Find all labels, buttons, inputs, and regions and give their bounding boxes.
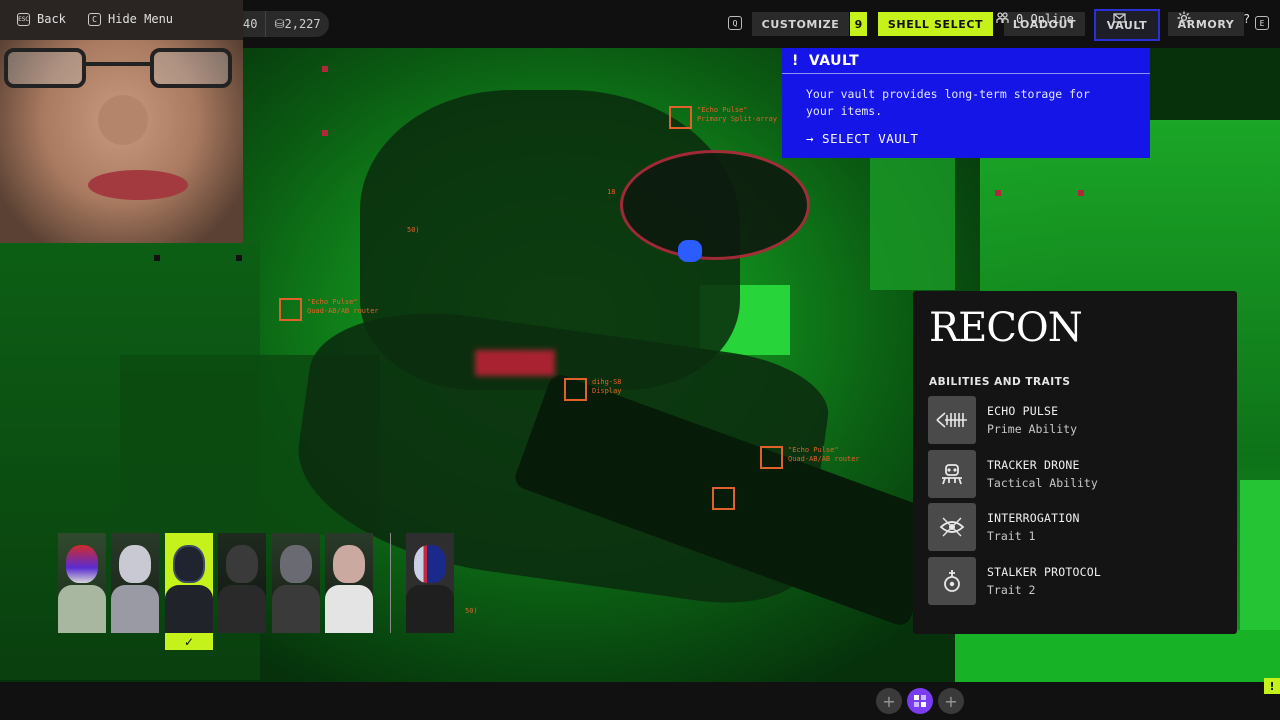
player-avatar-icon[interactable] <box>907 688 933 714</box>
locked-shell-portrait[interactable] <box>406 533 454 633</box>
select-vault-link[interactable]: → SELECT VAULT <box>806 131 918 146</box>
back-label: Back <box>37 12 66 26</box>
ability-kind: Trait 1 <box>987 529 1036 543</box>
ability-kind: Tactical Ability <box>987 476 1098 490</box>
shell-info-panel: RECON ABILITIES AND TRAITS ECHO PULSE Pr… <box>913 291 1237 634</box>
customize-count-badge: 9 <box>850 12 867 36</box>
ability-kind: Prime Ability <box>987 422 1078 436</box>
stalker-protocol-icon <box>928 557 976 605</box>
shell-portrait[interactable] <box>111 533 159 633</box>
hud-label: 50) <box>465 607 478 615</box>
shell-portrait[interactable] <box>218 533 266 633</box>
nav-left-key-icon: Q <box>728 16 742 30</box>
hide-menu-label: Hide Menu <box>108 12 174 26</box>
hud-target-marker <box>279 298 302 321</box>
alert-icon: ! <box>792 52 799 69</box>
hud-label: 50) <box>407 226 420 234</box>
shell-portrait[interactable] <box>325 533 373 633</box>
ability-row[interactable]: TRACKER DRONE Tactical Ability <box>928 450 1218 498</box>
add-party-slot-icon[interactable]: + <box>938 688 964 714</box>
hud-label: "Echo Pulse" Quad-AB/AB router <box>307 298 379 315</box>
vault-tooltip: ! VAULT Your vault provides long-term st… <box>782 48 1150 158</box>
tracker-drone-icon <box>928 450 976 498</box>
hud-target-marker <box>712 487 735 510</box>
hud-label: dihg-S8 Display <box>592 378 622 395</box>
ability-name: ECHO PULSE <box>987 404 1059 418</box>
ability-kind: Trait 2 <box>987 583 1036 597</box>
mail-button[interactable] <box>1113 0 1126 38</box>
tab-customize[interactable]: CUSTOMIZE <box>752 12 849 36</box>
currency-display: 40 ⛁2,227 <box>235 11 329 37</box>
shell-portrait-selected[interactable] <box>165 533 213 633</box>
online-friends-button[interactable]: 0 Online <box>996 0 1074 38</box>
mail-icon <box>1113 12 1126 26</box>
hide-menu-button[interactable]: C Hide Menu <box>88 0 173 38</box>
shell-portrait[interactable] <box>58 533 106 633</box>
ability-name: TRACKER DRONE <box>987 458 1080 472</box>
selected-check-icon: ✓ <box>165 633 213 650</box>
abilities-heading: ABILITIES AND TRAITS <box>929 376 1071 388</box>
echo-pulse-icon <box>928 396 976 444</box>
hud-label: "Echo Pulse" Primary Split-array <box>697 106 778 123</box>
credits-value: ⛁2,227 <box>274 17 321 31</box>
alert-flag-icon: ! <box>1264 678 1280 694</box>
tab-vault[interactable]: VAULT <box>1094 9 1160 41</box>
settings-button[interactable] <box>1177 0 1191 38</box>
ability-row[interactable]: ECHO PULSE Prime Ability <box>928 396 1218 444</box>
c-key-icon: C <box>88 12 101 26</box>
ability-row[interactable]: STALKER PROTOCOL Trait 2 <box>928 557 1218 605</box>
ability-name: STALKER PROTOCOL <box>987 565 1101 579</box>
interrogation-icon <box>928 503 976 551</box>
gear-icon <box>1177 11 1191 28</box>
ability-row[interactable]: INTERROGATION Trait 1 <box>928 503 1218 551</box>
hud-label: 18 <box>607 188 616 196</box>
hud-label: "Echo Pulse" Quad-AB/AB router <box>788 446 860 463</box>
nav-right-key-icon: E <box>1255 16 1269 30</box>
hud-target-marker <box>669 106 692 129</box>
roster-divider <box>390 533 391 633</box>
online-count: 0 Online <box>1016 12 1074 26</box>
friends-icon <box>996 11 1009 27</box>
esc-key-icon: ESC <box>17 12 30 26</box>
shell-name: RECON <box>929 305 1083 351</box>
tab-shell-select[interactable]: SHELL SELECT <box>878 12 993 36</box>
help-button[interactable]: ? <box>1243 0 1250 38</box>
add-party-slot-icon[interactable]: + <box>876 688 902 714</box>
ability-name: INTERROGATION <box>987 511 1080 525</box>
help-icon: ? <box>1243 12 1251 26</box>
back-button[interactable]: ESC Back <box>17 0 66 38</box>
hud-target-marker <box>760 446 783 469</box>
bottom-bar <box>0 682 1280 720</box>
vault-tooltip-description: Your vault provides long-term storage fo… <box>806 87 1090 118</box>
hud-target-marker <box>564 378 587 401</box>
shell-portrait[interactable] <box>272 533 320 633</box>
vault-tooltip-title: VAULT <box>808 52 860 69</box>
